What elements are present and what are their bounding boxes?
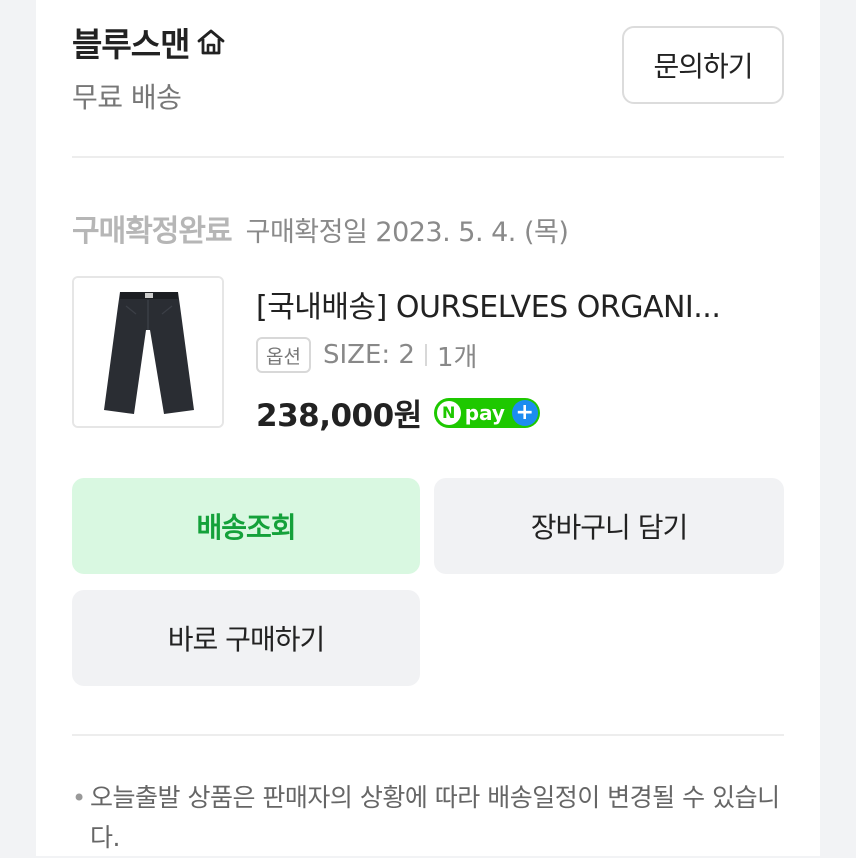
- npay-label: pay: [464, 400, 505, 425]
- add-to-cart-button[interactable]: 장바구니 담기: [434, 478, 784, 574]
- option-separator: [424, 344, 427, 366]
- pants-thumbnail: [74, 278, 222, 426]
- shipping-info: 무료 배송: [72, 81, 182, 114]
- npay-n-icon: N: [436, 400, 461, 425]
- product-thumbnail[interactable]: [72, 276, 224, 428]
- option-badge: 옵션: [256, 337, 311, 373]
- order-status: 구매확정완료: [72, 214, 233, 249]
- seller-name[interactable]: 블루스맨: [72, 18, 190, 66]
- notice-bullet: •: [72, 784, 87, 812]
- divider: [72, 734, 784, 736]
- option-quantity: 1개: [436, 342, 478, 373]
- order-status-row: 구매확정완료 구매확정일 2023. 5. 4. (목): [72, 206, 569, 250]
- option-row: 옵션 SIZE: 2 1개: [256, 336, 477, 374]
- product-name[interactable]: [국내배송] OURSELVES ORGANI...: [256, 282, 776, 326]
- plus-icon: +: [511, 399, 538, 426]
- confirm-date: 구매확정일 2023. 5. 4. (목): [245, 217, 569, 248]
- price-row: 238,000원 N pay +: [256, 390, 540, 435]
- order-card: 블루스맨 무료 배송 문의하기 구매확정완료 구매확정일 2023. 5. 4.…: [36, 0, 820, 856]
- npay-plus-badge: N pay +: [433, 397, 540, 428]
- notice: • 오늘출발 상품은 판매자의 상황에 따라 배송일정이 변경될 수 있습니다.: [72, 778, 784, 858]
- seller-header: 블루스맨 무료 배송 문의하기: [72, 18, 784, 118]
- product-price: 238,000원: [256, 398, 422, 434]
- home-icon[interactable]: [195, 26, 227, 58]
- option-value: SIZE: 2: [322, 340, 415, 370]
- notice-text: 오늘출발 상품은 판매자의 상황에 따라 배송일정이 변경될 수 있습니다.: [90, 783, 780, 852]
- track-delivery-button[interactable]: 배송조회: [72, 478, 420, 574]
- inquiry-button[interactable]: 문의하기: [622, 26, 784, 104]
- seller-link[interactable]: 블루스맨: [72, 18, 227, 66]
- divider: [72, 156, 784, 158]
- buy-now-button[interactable]: 바로 구매하기: [72, 590, 420, 686]
